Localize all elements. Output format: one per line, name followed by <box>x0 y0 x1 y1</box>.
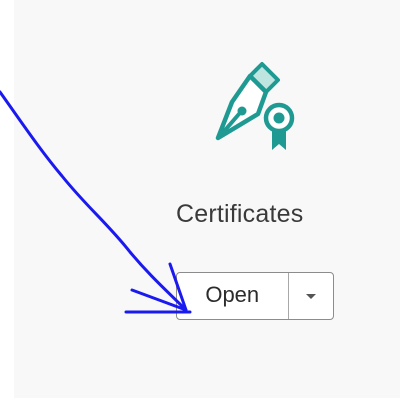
open-button[interactable]: Open <box>177 273 288 319</box>
open-dropdown-button[interactable] <box>289 273 333 319</box>
tool-title: Certificates <box>176 200 304 228</box>
pen-nib-certificate-icon <box>215 62 295 150</box>
chevron-down-icon <box>306 294 316 299</box>
screenshot-stage: Certificates Open <box>0 0 400 398</box>
open-split-button: Open <box>176 272 334 320</box>
